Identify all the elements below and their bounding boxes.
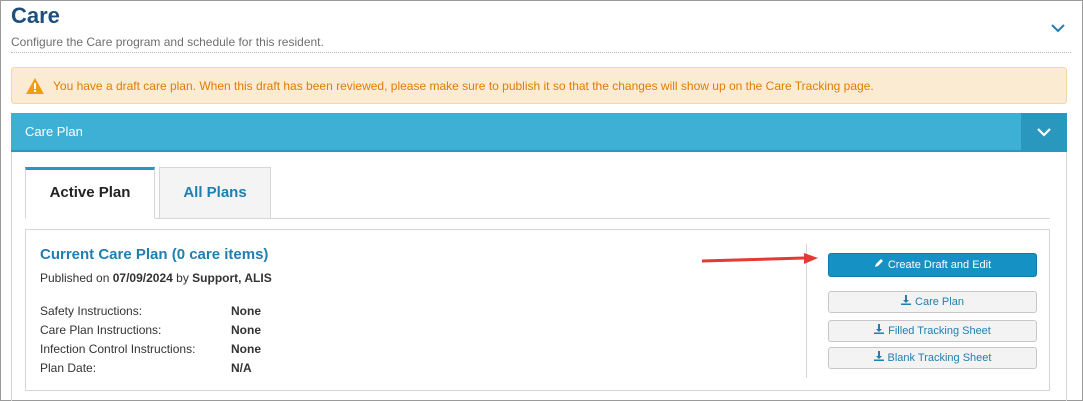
published-info: Published on 07/09/2024 by Support, ALIS bbox=[40, 271, 272, 285]
warning-icon bbox=[26, 78, 44, 94]
detail-label: Infection Control Instructions: bbox=[40, 342, 196, 356]
published-by: Support, ALIS bbox=[192, 271, 272, 285]
draft-warning-alert: You have a draft care plan. When this dr… bbox=[11, 67, 1067, 104]
detail-row-safety: Safety Instructions: None bbox=[40, 304, 261, 318]
detail-value: None bbox=[231, 342, 261, 356]
page-subtitle: Configure the Care program and schedule … bbox=[11, 35, 324, 49]
published-prefix: Published on bbox=[40, 271, 110, 285]
create-draft-button[interactable]: Create Draft and Edit bbox=[828, 253, 1037, 277]
chevron-down-icon bbox=[1037, 128, 1051, 137]
detail-label: Plan Date: bbox=[40, 361, 97, 375]
detail-label: Safety Instructions: bbox=[40, 304, 143, 318]
alert-message: You have a draft care plan. When this dr… bbox=[53, 79, 874, 93]
panel-toggle-button[interactable] bbox=[1021, 113, 1067, 152]
detail-row-care-plan: Care Plan Instructions: None bbox=[40, 323, 261, 337]
detail-row-infection-control: Infection Control Instructions: None bbox=[40, 342, 261, 356]
blank-sheet-label: Blank Tracking Sheet bbox=[887, 352, 992, 364]
detail-row-plan-date: Plan Date: N/A bbox=[40, 361, 252, 375]
download-icon bbox=[874, 321, 885, 341]
download-icon bbox=[873, 348, 884, 368]
pencil-icon bbox=[874, 254, 884, 276]
care-plan-panel-header[interactable]: Care Plan bbox=[11, 113, 1067, 152]
detail-label: Care Plan Instructions: bbox=[40, 323, 162, 337]
care-plan-label: Care Plan bbox=[915, 296, 964, 308]
current-plan-card: Current Care Plan (0 care items) Publish… bbox=[25, 229, 1050, 391]
tab-active-plan[interactable]: Active Plan bbox=[25, 167, 155, 219]
tab-all-plans[interactable]: All Plans bbox=[159, 167, 271, 219]
download-care-plan-button[interactable]: Care Plan bbox=[828, 291, 1037, 313]
plan-title[interactable]: Current Care Plan (0 care items) bbox=[40, 246, 268, 263]
annotation-arrow-icon bbox=[700, 253, 820, 267]
published-date: 07/09/2024 bbox=[112, 271, 173, 285]
panel-title: Care Plan bbox=[25, 124, 83, 139]
page-title: Care bbox=[11, 3, 60, 28]
published-by-word: by bbox=[176, 271, 189, 285]
detail-value: None bbox=[231, 304, 261, 318]
blank-tracking-sheet-button[interactable]: Blank Tracking Sheet bbox=[828, 347, 1037, 369]
detail-value: N/A bbox=[231, 361, 252, 375]
filled-tracking-sheet-button[interactable]: Filled Tracking Sheet bbox=[828, 320, 1037, 342]
care-header: Care Configure the Care program and sche… bbox=[11, 3, 1071, 53]
detail-value: None bbox=[231, 323, 261, 337]
download-icon bbox=[901, 292, 912, 312]
chevron-down-icon[interactable] bbox=[1049, 19, 1067, 37]
filled-sheet-label: Filled Tracking Sheet bbox=[888, 325, 991, 337]
create-draft-label: Create Draft and Edit bbox=[887, 259, 992, 271]
